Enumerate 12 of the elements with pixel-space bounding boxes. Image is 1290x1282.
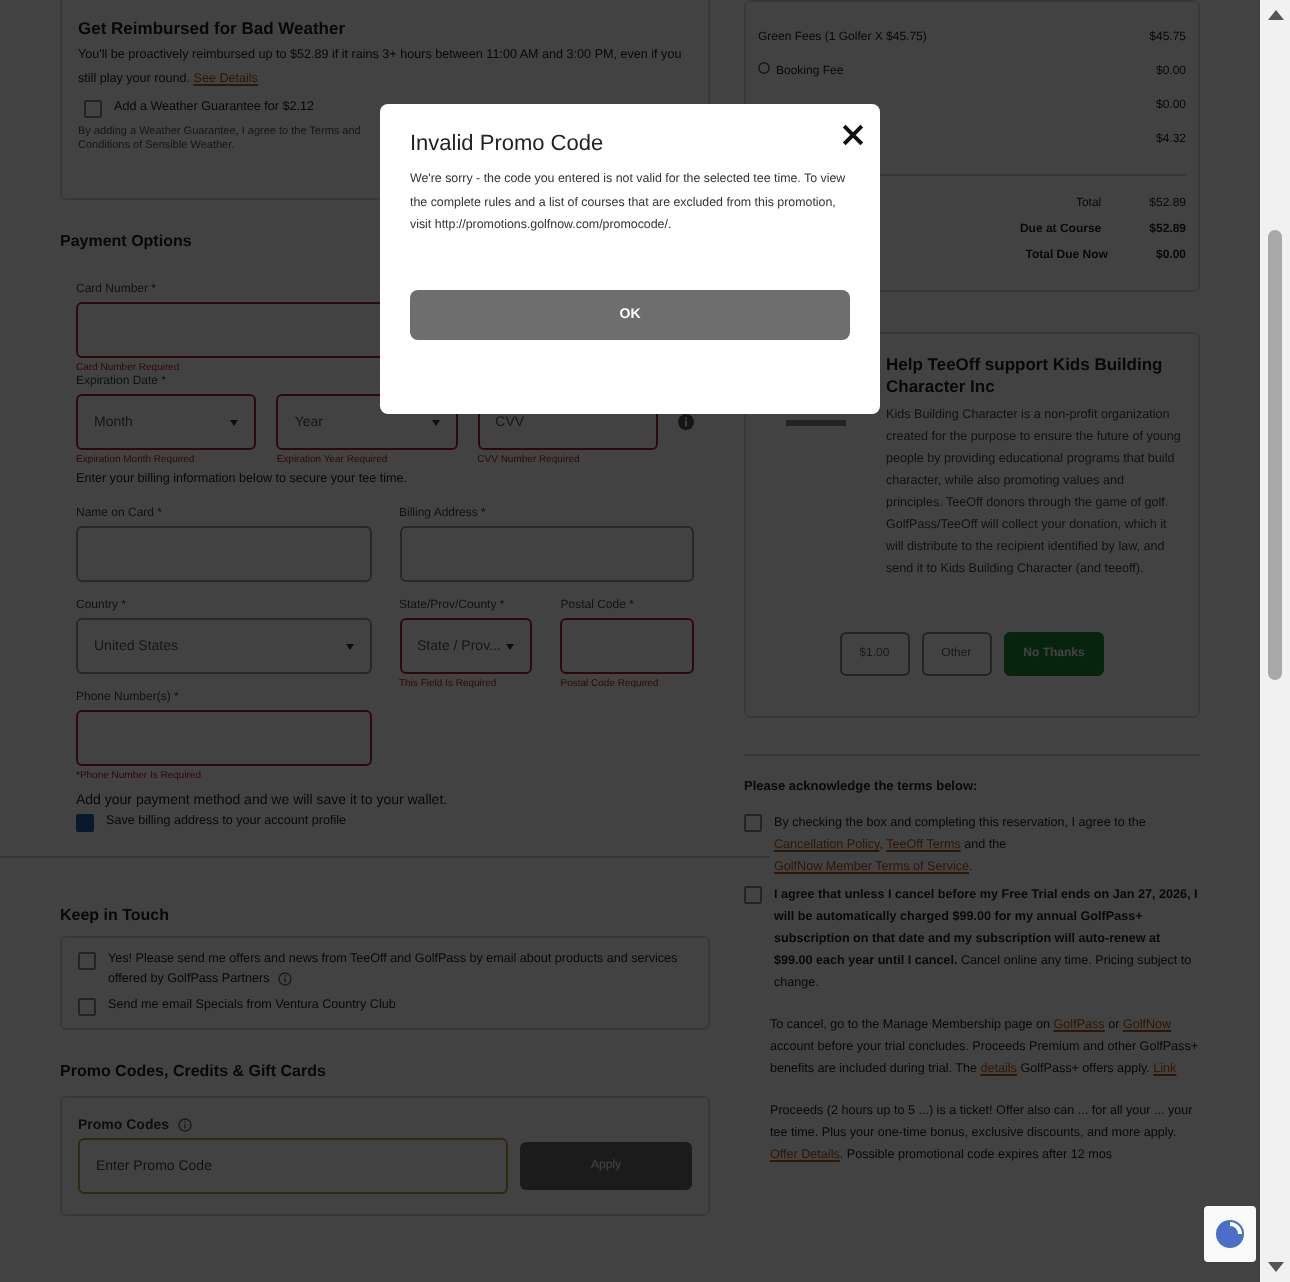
section-title: Payment Options	[60, 232, 192, 250]
scrollbar-thumb[interactable]	[1268, 230, 1282, 680]
close-icon[interactable]	[842, 124, 864, 146]
section-title: Keep in Touch	[60, 906, 170, 924]
scrollbar[interactable]	[1260, 0, 1290, 1282]
section-title: Get Reimbursed for Bad Weather	[78, 18, 348, 38]
scroll-up-icon[interactable]	[1267, 8, 1283, 20]
recaptcha-icon	[1204, 1206, 1256, 1262]
section-title: Promo Codes, Credits & Gift Cards	[60, 1062, 326, 1080]
dialog-title: Invalid Promo Code	[410, 132, 606, 156]
donation-title: Help TeeOff support Kids Building Character Inc	[886, 354, 1165, 398]
scroll-down-icon[interactable]	[1267, 1262, 1283, 1274]
